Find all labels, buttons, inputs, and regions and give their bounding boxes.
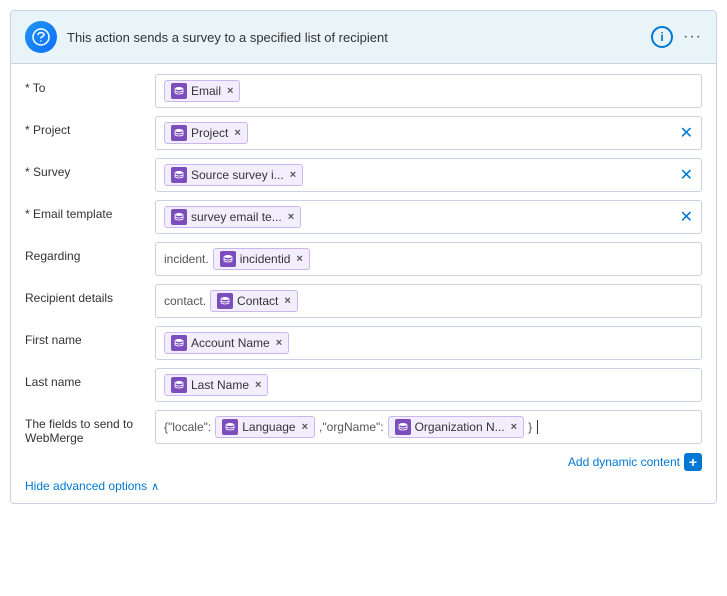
recipient-token: Contact ×	[210, 290, 298, 312]
first-name-field[interactable]: Account Name ×	[155, 326, 702, 360]
text-cursor	[537, 420, 538, 434]
project-row: Project Project × ✕	[25, 116, 702, 150]
token-db-icon	[171, 83, 187, 99]
token-db-icon	[171, 125, 187, 141]
first-name-token: Account Name ×	[164, 332, 289, 354]
token-db-icon	[171, 377, 187, 393]
regarding-prefix: incident.	[164, 252, 209, 266]
token-db-icon	[222, 419, 238, 435]
card-header: This action sends a survey to a specifie…	[11, 11, 716, 64]
recipient-details-row: Recipient details contact. Contact ×	[25, 284, 702, 318]
project-field-clear[interactable]: ✕	[680, 123, 693, 143]
project-label: Project	[25, 116, 155, 137]
recipient-token-remove[interactable]: ×	[284, 295, 290, 307]
to-token-label: Email	[191, 84, 221, 98]
webmerge-suffix: }	[528, 420, 532, 434]
survey-row: Survey Source survey i... × ✕	[25, 158, 702, 192]
first-name-token-remove[interactable]: ×	[276, 337, 282, 349]
action-card: This action sends a survey to a specifie…	[10, 10, 717, 504]
last-name-label: Last name	[25, 368, 155, 389]
webmerge-row: The fields to send to WebMerge {"locale"…	[25, 410, 702, 445]
add-dynamic-button[interactable]: Add dynamic content +	[568, 453, 702, 471]
to-label: To	[25, 74, 155, 95]
regarding-label: Regarding	[25, 242, 155, 263]
regarding-field[interactable]: incident. incidentid ×	[155, 242, 702, 276]
last-name-field[interactable]: Last Name ×	[155, 368, 702, 402]
more-options-icon[interactable]: ···	[683, 28, 702, 46]
regarding-row: Regarding incident. incidentid ×	[25, 242, 702, 276]
info-icon[interactable]: i	[651, 26, 673, 48]
webmerge-prefix1: {"locale":	[164, 420, 211, 434]
last-name-row: Last name Last Name ×	[25, 368, 702, 402]
email-template-field-clear[interactable]: ✕	[680, 207, 693, 227]
recipient-prefix: contact.	[164, 294, 206, 308]
webmerge-token-language-label: Language	[242, 420, 295, 434]
token-db-icon	[171, 335, 187, 351]
recipient-token-label: Contact	[237, 294, 278, 308]
email-template-token: survey email te... ×	[164, 206, 301, 228]
first-name-token-label: Account Name	[191, 336, 270, 350]
project-token-label: Project	[191, 126, 228, 140]
hide-advanced-label: Hide advanced options	[25, 479, 147, 493]
project-token-remove[interactable]: ×	[234, 127, 240, 139]
chevron-up-icon: ∧	[151, 480, 159, 493]
project-token: Project ×	[164, 122, 248, 144]
project-field[interactable]: Project × ✕	[155, 116, 702, 150]
webmerge-org-token-remove[interactable]: ×	[511, 421, 517, 433]
email-template-token-label: survey email te...	[191, 210, 282, 224]
header-icon	[25, 21, 57, 53]
last-name-token-label: Last Name	[191, 378, 249, 392]
first-name-label: First name	[25, 326, 155, 347]
email-template-field[interactable]: survey email te... × ✕	[155, 200, 702, 234]
to-field[interactable]: Email ×	[155, 74, 702, 108]
recipient-details-label: Recipient details	[25, 284, 155, 305]
hide-advanced-button[interactable]: Hide advanced options ∧	[25, 479, 702, 493]
survey-token: Source survey i... ×	[164, 164, 303, 186]
webmerge-token-language: Language ×	[215, 416, 315, 438]
survey-field-clear[interactable]: ✕	[680, 165, 693, 185]
email-template-row: Email template survey email te... × ✕	[25, 200, 702, 234]
survey-token-remove[interactable]: ×	[290, 169, 296, 181]
add-dynamic-row: Add dynamic content +	[25, 453, 702, 471]
last-name-token: Last Name ×	[164, 374, 268, 396]
first-name-row: First name Account Name ×	[25, 326, 702, 360]
regarding-token-label: incidentid	[240, 252, 291, 266]
survey-token-label: Source survey i...	[191, 168, 284, 182]
card-body: To Email × Project Project	[11, 64, 716, 503]
header-title: This action sends a survey to a specifie…	[67, 30, 641, 45]
token-db-icon	[171, 209, 187, 225]
regarding-token: incidentid ×	[213, 248, 310, 270]
add-dynamic-label: Add dynamic content	[568, 455, 680, 469]
to-token-remove[interactable]: ×	[227, 85, 233, 97]
webmerge-field[interactable]: {"locale": Language × ,"orgName": Organi…	[155, 410, 702, 444]
to-token-email: Email ×	[164, 80, 240, 102]
to-row: To Email ×	[25, 74, 702, 108]
survey-label: Survey	[25, 158, 155, 179]
email-template-token-remove[interactable]: ×	[288, 211, 294, 223]
webmerge-language-token-remove[interactable]: ×	[302, 421, 308, 433]
webmerge-between: ,"orgName":	[319, 420, 384, 434]
token-db-icon	[171, 167, 187, 183]
recipient-details-field[interactable]: contact. Contact ×	[155, 284, 702, 318]
last-name-token-remove[interactable]: ×	[255, 379, 261, 391]
add-dynamic-plus-icon: +	[684, 453, 702, 471]
webmerge-token-org: Organization N... ×	[388, 416, 524, 438]
webmerge-label: The fields to send to WebMerge	[25, 410, 155, 445]
survey-field[interactable]: Source survey i... × ✕	[155, 158, 702, 192]
regarding-token-remove[interactable]: ×	[296, 253, 302, 265]
token-db-icon	[217, 293, 233, 309]
token-db-icon	[395, 419, 411, 435]
webmerge-token-org-label: Organization N...	[415, 420, 505, 434]
email-template-label: Email template	[25, 200, 155, 221]
token-db-icon	[220, 251, 236, 267]
